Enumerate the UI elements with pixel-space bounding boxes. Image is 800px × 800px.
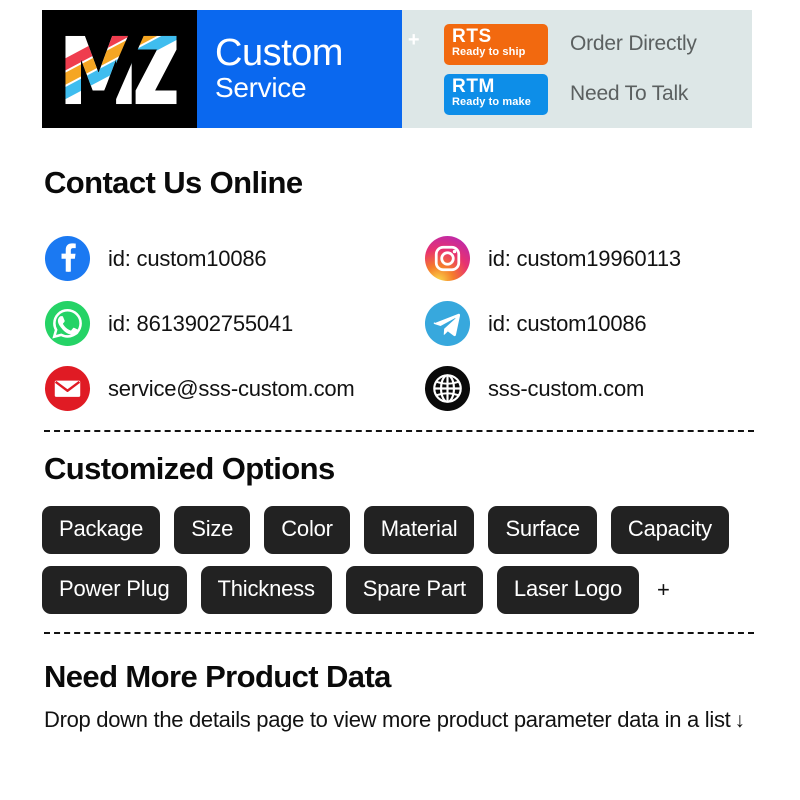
badge-row-rts: RTS Ready to ship Order Directly — [444, 23, 752, 65]
rts-badge: RTS Ready to ship — [444, 23, 548, 65]
contact-text-instagram: id: custom19960113 — [488, 245, 681, 271]
rts-full-text: Ready to ship — [452, 46, 526, 59]
divider-bottom — [44, 632, 754, 634]
down-arrow-icon: ↓ — [734, 709, 745, 732]
rtm-badge: RTM Ready to make — [444, 73, 548, 115]
option-tag-package[interactable]: Package — [42, 506, 161, 554]
mz-logo-icon — [64, 31, 177, 108]
service-badges-panel: RTS Ready to ship Order Directly RTM Rea… — [402, 10, 752, 128]
contact-text-whatsapp: id: 8613902755041 — [108, 310, 294, 336]
whatsapp-icon — [44, 300, 91, 347]
rts-abbr: RTS — [452, 25, 492, 47]
rtm-abbr: RTM — [452, 75, 495, 97]
brand-name: Custom — [215, 31, 343, 74]
contact-text-email: service@sss-custom.com — [108, 375, 355, 401]
contact-text-telegram: id: custom10086 — [488, 310, 647, 336]
contact-text-facebook: id: custom10086 — [108, 245, 267, 271]
contact-item-email[interactable]: service@sss-custom.com — [44, 356, 424, 421]
more-options-plus-icon[interactable]: + — [653, 579, 674, 601]
email-icon — [44, 365, 91, 412]
contact-item-website[interactable]: sss-custom.com — [424, 356, 756, 421]
option-tag-laser-logo[interactable]: Laser Logo — [496, 566, 640, 614]
brand-name-wrap: Custom + — [215, 30, 420, 74]
contact-item-instagram[interactable]: id: custom19960113 — [424, 226, 756, 291]
brand-subtitle: Service — [215, 72, 307, 104]
option-tag-material[interactable]: Material — [363, 506, 475, 554]
contact-section-title: Contact Us Online — [44, 165, 303, 200]
instagram-icon — [424, 235, 471, 282]
rtm-full-text: Ready to make — [452, 96, 531, 109]
telegram-icon — [424, 300, 471, 347]
more-data-title: Need More Product Data — [44, 659, 391, 694]
rts-caption: Order Directly — [570, 32, 697, 55]
options-section-title: Customized Options — [44, 451, 335, 486]
more-data-description: Drop down the details page to view more … — [44, 707, 731, 732]
badge-row-rtm: RTM Ready to make Need To Talk — [444, 73, 752, 115]
globe-icon — [424, 365, 471, 412]
rtm-caption: Need To Talk — [570, 82, 689, 105]
contact-item-whatsapp[interactable]: id: 8613902755041 — [44, 291, 424, 356]
more-data-description-wrap: Drop down the details page to view more … — [44, 704, 756, 736]
options-tag-list: Package Size Color Material Surface Capa… — [42, 506, 758, 614]
divider-top — [44, 430, 754, 432]
promo-page: Custom + Service RTS Ready to ship Order… — [0, 0, 800, 800]
brand-logo-panel — [42, 10, 197, 128]
option-tag-thickness[interactable]: Thickness — [200, 566, 332, 614]
contact-text-website: sss-custom.com — [488, 375, 645, 401]
contact-item-telegram[interactable]: id: custom10086 — [424, 291, 756, 356]
option-tag-capacity[interactable]: Capacity — [610, 506, 729, 554]
option-tag-power-plug[interactable]: Power Plug — [42, 566, 187, 614]
option-tag-color[interactable]: Color — [264, 506, 350, 554]
option-tag-size[interactable]: Size — [174, 506, 251, 554]
header-banner: Custom + Service RTS Ready to ship Order… — [42, 10, 752, 128]
brand-plus-icon: + — [407, 28, 420, 51]
facebook-icon — [44, 235, 91, 282]
option-tag-spare-part[interactable]: Spare Part — [345, 566, 483, 614]
contact-list: id: custom10086 id: custom19960113 id: 8… — [44, 226, 756, 421]
contact-item-facebook[interactable]: id: custom10086 — [44, 226, 424, 291]
option-tag-surface[interactable]: Surface — [488, 506, 597, 554]
brand-name-panel: Custom + Service — [197, 10, 420, 128]
